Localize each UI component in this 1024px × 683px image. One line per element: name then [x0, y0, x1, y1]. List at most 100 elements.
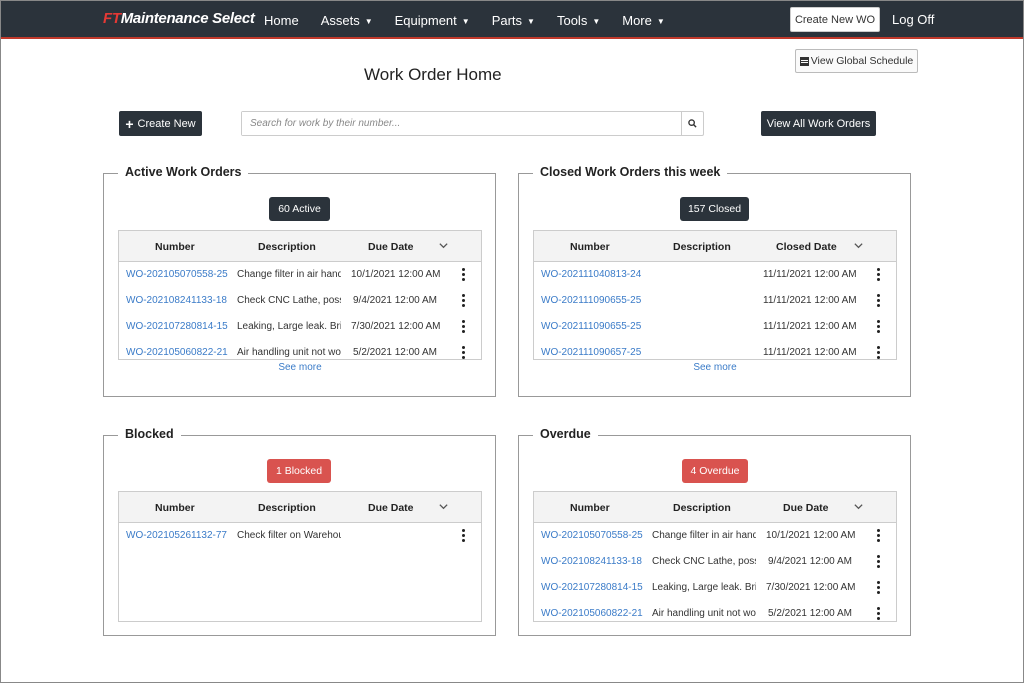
table-row[interactable]: WO-202105060822-21 Air handling unit not …	[119, 340, 481, 359]
table-row[interactable]: WO-202111090655-25 11/11/2021 12:00 AM	[534, 288, 896, 314]
table-row[interactable]: WO-202105261132-77 Check filter on Wareho…	[119, 523, 481, 549]
chevron-down-icon[interactable]	[438, 240, 449, 251]
col-number[interactable]: Number	[155, 241, 195, 253]
wo-description: Change filter in air handling	[237, 269, 341, 280]
col-description[interactable]: Description	[258, 241, 316, 253]
wo-number-link[interactable]: WO-202108241133-18	[541, 556, 644, 567]
col-description[interactable]: Description	[673, 241, 731, 253]
nav-tools[interactable]: Tools ▼	[557, 13, 600, 28]
wo-due-date: 10/1/2021 12:00 AM	[766, 530, 856, 541]
kebab-menu-icon[interactable]	[462, 294, 466, 307]
col-description[interactable]: Description	[673, 502, 731, 514]
wo-number-link[interactable]: WO-202107280814-15	[541, 582, 644, 593]
wo-number-link[interactable]: WO-202105060822-21	[541, 608, 644, 619]
col-number[interactable]: Number	[155, 502, 195, 514]
plus-icon: +	[125, 115, 134, 132]
nav-equipment[interactable]: Equipment ▼	[395, 13, 470, 28]
col-due-date[interactable]: Due Date	[783, 502, 829, 514]
col-due-date[interactable]: Due Date	[368, 502, 414, 514]
kebab-menu-icon[interactable]	[877, 346, 881, 359]
wo-number-link[interactable]: WO-202107280814-15	[126, 321, 229, 332]
brand-prefix: FT	[103, 10, 121, 27]
caret-down-icon: ▼	[364, 16, 373, 26]
chevron-down-icon[interactable]	[853, 240, 864, 251]
chevron-down-icon[interactable]	[853, 501, 864, 512]
brand-logo[interactable]: FTMaintenance Select	[103, 10, 255, 27]
col-description[interactable]: Description	[258, 502, 316, 514]
search-input[interactable]	[242, 112, 681, 135]
nav-parts[interactable]: Parts ▼	[492, 13, 535, 28]
table-row[interactable]: WO-202111090655-25 11/11/2021 12:00 AM	[534, 314, 896, 340]
wo-number-link[interactable]: WO-202111040813-24	[541, 269, 644, 280]
col-closed-date[interactable]: Closed Date	[776, 241, 837, 253]
search-icon	[688, 119, 697, 128]
view-all-work-orders-button[interactable]: View All Work Orders	[761, 111, 876, 136]
wo-number-link[interactable]: WO-202105070558-25	[126, 269, 229, 280]
kebab-menu-icon[interactable]	[877, 294, 881, 307]
wo-due-date: 10/1/2021 12:00 AM	[351, 269, 441, 280]
kebab-menu-icon[interactable]	[462, 529, 466, 542]
table-row[interactable]: WO-202107280814-15 Leaking, Large leak. B…	[534, 575, 896, 601]
table-header: Number Description Due Date	[119, 231, 481, 262]
kebab-menu-icon[interactable]	[877, 555, 881, 568]
top-navbar: FTMaintenance Select Home Assets ▼ Equipm…	[1, 1, 1023, 39]
calendar-icon	[799, 56, 809, 66]
wo-description: Check CNC Lathe, possible	[652, 556, 756, 567]
kebab-menu-icon[interactable]	[877, 320, 881, 333]
search-button[interactable]	[681, 112, 703, 135]
wo-number-link[interactable]: WO-202105261132-77	[126, 530, 229, 541]
active-work-orders-panel: Active Work Orders 60 Active Number Desc…	[103, 165, 496, 397]
log-off-link[interactable]: Log Off	[892, 12, 934, 27]
kebab-menu-icon[interactable]	[877, 529, 881, 542]
see-more-link[interactable]: See more	[675, 362, 755, 373]
table-row[interactable]: WO-202111040813-24 11/11/2021 12:00 AM	[534, 262, 896, 288]
table-row[interactable]: WO-202107280814-15 Leaking, Large leak. B…	[119, 314, 481, 340]
wo-number-link[interactable]: WO-202105060822-21	[126, 347, 229, 358]
blocked-table: Number Description Due Date WO-202105261…	[118, 491, 482, 622]
see-more-link[interactable]: See more	[260, 362, 340, 373]
kebab-menu-icon[interactable]	[877, 268, 881, 281]
caret-down-icon: ▼	[527, 16, 535, 26]
wo-number-link[interactable]: WO-202111090655-25	[541, 321, 644, 332]
table-header: Number Description Due Date	[119, 492, 481, 523]
chevron-down-icon[interactable]	[438, 501, 449, 512]
nav-menu: Home Assets ▼ Equipment ▼ Parts ▼ Tools ▼ Mo…	[264, 1, 687, 39]
kebab-menu-icon[interactable]	[462, 320, 466, 333]
kebab-menu-icon[interactable]	[877, 607, 881, 620]
col-due-date[interactable]: Due Date	[368, 241, 414, 253]
table-row[interactable]: WO-202105060822-21 Air handling unit not …	[534, 601, 896, 621]
wo-closed-date: 11/11/2021 12:00 AM	[763, 321, 857, 332]
wo-closed-date: 11/11/2021 12:00 AM	[763, 295, 857, 306]
wo-due-date: 7/30/2021 12:00 AM	[766, 582, 856, 593]
create-new-button[interactable]: + Create New	[119, 111, 202, 136]
wo-number-link[interactable]: WO-202111090655-25	[541, 295, 644, 306]
view-global-schedule-button[interactable]: View Global Schedule	[795, 49, 918, 73]
wo-description: Air handling unit not working	[237, 347, 341, 358]
col-number[interactable]: Number	[570, 502, 610, 514]
nav-home[interactable]: Home	[264, 13, 299, 28]
table-row[interactable]: WO-202105070558-25 Change filter in air h…	[534, 523, 896, 549]
kebab-menu-icon[interactable]	[877, 581, 881, 594]
create-new-wo-button[interactable]: Create New WO	[790, 7, 880, 32]
table-header: Number Description Due Date	[534, 492, 896, 523]
wo-description: Change filter in air handling	[652, 530, 756, 541]
nav-more[interactable]: More ▼	[622, 13, 665, 28]
table-row[interactable]: WO-202105070558-25 Change filter in air h…	[119, 262, 481, 288]
table-row[interactable]: WO-202111090657-25 11/11/2021 12:00 AM	[534, 340, 896, 359]
caret-down-icon: ▼	[656, 16, 665, 26]
col-number[interactable]: Number	[570, 241, 610, 253]
wo-number-link[interactable]: WO-202105070558-25	[541, 530, 644, 541]
kebab-menu-icon[interactable]	[462, 346, 466, 359]
wo-number-link[interactable]: WO-202111090657-25	[541, 347, 644, 358]
table-row[interactable]: WO-202108241133-18 Check CNC Lathe, possi…	[119, 288, 481, 314]
nav-assets[interactable]: Assets ▼	[321, 13, 373, 28]
wo-closed-date: 11/11/2021 12:00 AM	[763, 269, 857, 280]
wo-due-date: 7/30/2021 12:00 AM	[351, 321, 441, 332]
table-header: Number Description Closed Date	[534, 231, 896, 262]
table-row[interactable]: WO-202108241133-18 Check CNC Lathe, possi…	[534, 549, 896, 575]
wo-due-date: 5/2/2021 12:00 AM	[353, 347, 437, 358]
kebab-menu-icon[interactable]	[462, 268, 466, 281]
wo-due-date: 9/4/2021 12:00 AM	[768, 556, 852, 567]
panel-title: Closed Work Orders this week	[533, 165, 728, 179]
wo-number-link[interactable]: WO-202108241133-18	[126, 295, 229, 306]
